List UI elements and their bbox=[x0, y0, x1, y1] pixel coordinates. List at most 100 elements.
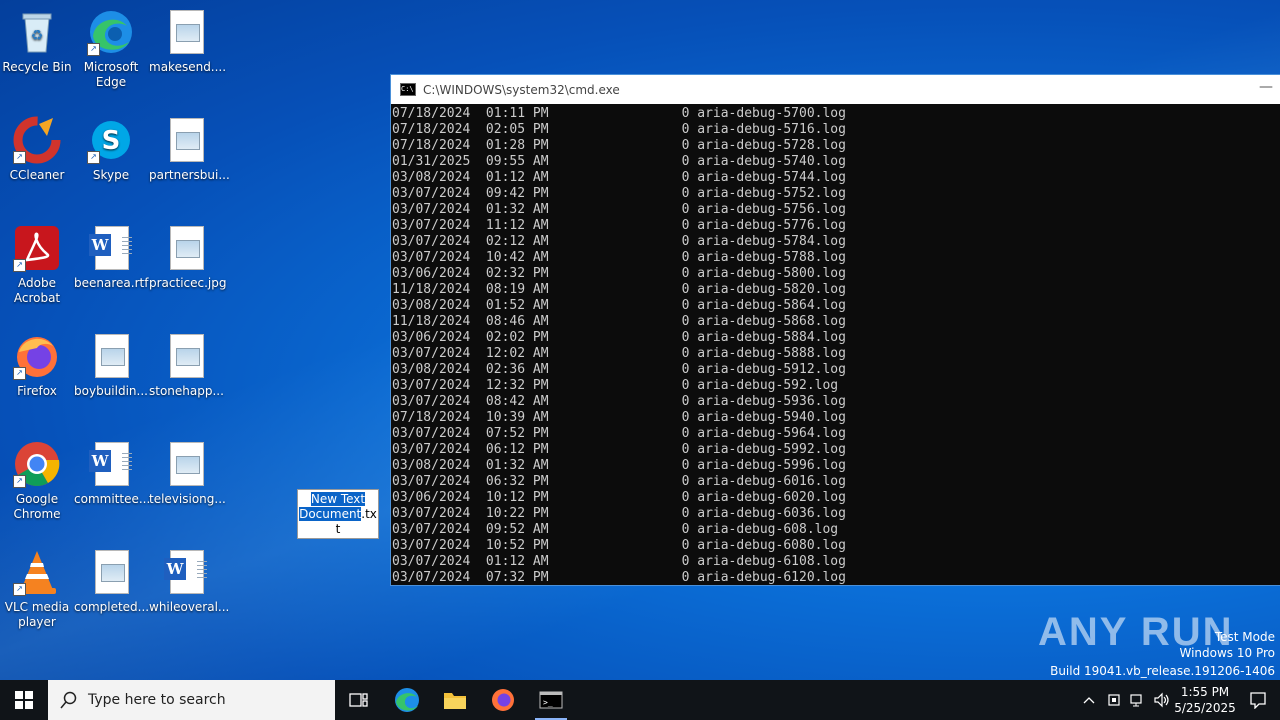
desktop-icon-whileoveral[interactable]: W whileoveral... bbox=[149, 548, 230, 615]
icon-label: committee... bbox=[74, 492, 151, 506]
cmd-output-line: 03/07/2024 07:32 PM 0 aria-debug-6120.lo… bbox=[392, 570, 846, 584]
taskbar-cmd[interactable]: >_ bbox=[527, 680, 575, 720]
word-document-icon: W bbox=[162, 548, 210, 596]
cmd-icon: C:\ bbox=[400, 83, 416, 96]
folder-icon bbox=[444, 693, 466, 709]
desktop-icon-adobe-acrobat[interactable]: ↗ Adobe Acrobat bbox=[0, 224, 74, 306]
icon-label: VLC media player bbox=[4, 600, 70, 629]
desktop-icon-makesend[interactable]: makesend.... bbox=[149, 8, 227, 75]
chevron-up-icon bbox=[1083, 697, 1095, 704]
rename-extension-line2: t bbox=[335, 522, 341, 536]
shortcut-arrow-icon: ↗ bbox=[13, 151, 26, 164]
cmd-output-line: 03/07/2024 10:42 AM 0 aria-debug-5788.lo… bbox=[392, 250, 846, 265]
desktop-icon-ccleaner[interactable]: ↗ CCleaner bbox=[0, 116, 74, 183]
taskbar-clock[interactable]: 1:55 PM 5/25/2025 bbox=[1174, 684, 1236, 716]
build-label: Build 19041.vb_release.191206-1406 bbox=[1050, 664, 1275, 678]
shortcut-arrow-icon: ↗ bbox=[13, 583, 26, 596]
cmd-output[interactable]: 07/18/2024 01:11 PM 0 aria-debug-5700.lo… bbox=[391, 104, 1280, 584]
icon-label: boybuildin... bbox=[74, 384, 148, 398]
clock-time: 1:55 PM bbox=[1180, 685, 1230, 699]
minimize-button[interactable]: — bbox=[1233, 79, 1273, 99]
rename-extension-text: .tx bbox=[361, 507, 377, 521]
cmd-output-line: 03/06/2024 02:32 PM 0 aria-debug-5800.lo… bbox=[392, 266, 846, 281]
image-file-icon bbox=[162, 332, 210, 380]
rename-selected-text: New Text Document bbox=[299, 492, 366, 521]
icon-label: practicec.jpg bbox=[149, 276, 227, 290]
desktop-icon-televisiong[interactable]: televisiong... bbox=[149, 440, 226, 507]
icon-label: stonehapp... bbox=[149, 384, 224, 398]
search-placeholder: Type here to search bbox=[88, 692, 226, 708]
notification-icon bbox=[1250, 692, 1266, 709]
desktop-icon-google-chrome[interactable]: ↗ Google Chrome bbox=[0, 440, 74, 522]
shortcut-arrow-icon: ↗ bbox=[87, 151, 100, 164]
image-file-icon bbox=[162, 8, 210, 56]
image-file-icon bbox=[87, 332, 135, 380]
desktop-icon-firefox[interactable]: ↗ Firefox bbox=[0, 332, 74, 399]
taskbar-search-box[interactable]: Type here to search bbox=[48, 680, 335, 720]
cmd-output-line: 03/08/2024 02:36 AM 0 aria-debug-5912.lo… bbox=[392, 362, 846, 377]
windows-edition-label: Windows 10 Pro bbox=[1179, 646, 1275, 660]
cmd-icon: >_ bbox=[539, 691, 563, 709]
image-file-icon bbox=[162, 116, 210, 164]
cmd-output-line: 03/07/2024 02:12 AM 0 aria-debug-5784.lo… bbox=[392, 234, 846, 249]
icon-label: beenarea.rtf bbox=[74, 276, 149, 290]
icon-label: makesend.... bbox=[149, 60, 227, 74]
icon-label: Google Chrome bbox=[13, 492, 61, 521]
device-icon bbox=[1108, 694, 1120, 706]
task-view-icon bbox=[349, 693, 368, 707]
icon-label: Recycle Bin bbox=[2, 60, 72, 74]
cmd-output-line: 03/07/2024 01:32 AM 0 aria-debug-5756.lo… bbox=[392, 202, 846, 217]
desktop-icon-partnersbui[interactable]: partnersbui... bbox=[149, 116, 230, 183]
cmd-output-line: 11/18/2024 08:19 AM 0 aria-debug-5820.lo… bbox=[392, 282, 846, 297]
image-file-icon bbox=[87, 548, 135, 596]
icon-label: whileoveral... bbox=[149, 600, 230, 614]
cmd-output-line: 03/07/2024 07:52 PM 0 aria-debug-5964.lo… bbox=[392, 426, 846, 441]
desktop-icon-beenarea-rtf[interactable]: W beenarea.rtf bbox=[74, 224, 148, 291]
desktop-icon-committee[interactable]: W committee... bbox=[74, 440, 151, 507]
cmd-titlebar[interactable]: C:\ C:\WINDOWS\system32\cmd.exe — bbox=[391, 75, 1280, 104]
volume-button[interactable] bbox=[1150, 680, 1174, 720]
desktop-icon-practicec-jpg[interactable]: practicec.jpg bbox=[149, 224, 227, 291]
file-rename-input[interactable]: New Text Document.tx t bbox=[297, 489, 379, 539]
start-button[interactable] bbox=[0, 680, 48, 720]
cmd-output-line: 01/31/2025 09:55 AM 0 aria-debug-5740.lo… bbox=[392, 154, 846, 169]
shortcut-arrow-icon: ↗ bbox=[13, 259, 26, 272]
network-button[interactable] bbox=[1126, 680, 1150, 720]
edge-icon bbox=[395, 688, 419, 712]
cmd-output-line: 03/06/2024 10:12 PM 0 aria-debug-6020.lo… bbox=[392, 490, 846, 505]
recycle-bin-icon: ♻ bbox=[13, 8, 61, 56]
desktop-icon-microsoft-edge[interactable]: ↗ Microsoft Edge bbox=[74, 8, 148, 90]
desktop-icon-skype[interactable]: S ↗ Skype bbox=[74, 116, 148, 183]
ccleaner-icon: ↗ bbox=[13, 116, 61, 164]
taskbar-edge[interactable] bbox=[383, 680, 431, 720]
taskbar-firefox[interactable] bbox=[479, 680, 527, 720]
svg-text:S: S bbox=[102, 126, 121, 156]
desktop-icon-boybuildin[interactable]: boybuildin... bbox=[74, 332, 148, 399]
cmd-output-line: 03/06/2024 02:02 PM 0 aria-debug-5884.lo… bbox=[392, 330, 846, 345]
icon-label: televisiong... bbox=[149, 492, 226, 506]
action-center-button[interactable] bbox=[1236, 680, 1280, 720]
show-hidden-icons-button[interactable] bbox=[1076, 680, 1102, 720]
desktop-icon-vlc[interactable]: ↗ VLC media player bbox=[0, 548, 74, 630]
taskbar-file-explorer[interactable] bbox=[431, 680, 479, 720]
cmd-output-line: 03/07/2024 09:42 PM 0 aria-debug-5752.lo… bbox=[392, 186, 846, 201]
desktop-icon-recycle-bin[interactable]: ♻ Recycle Bin bbox=[0, 8, 74, 75]
task-view-button[interactable] bbox=[335, 680, 383, 720]
cmd-output-line: 03/08/2024 01:52 AM 0 aria-debug-5864.lo… bbox=[392, 298, 846, 313]
tray-app-button[interactable] bbox=[1102, 680, 1126, 720]
skype-icon: S ↗ bbox=[87, 116, 135, 164]
vlc-icon: ↗ bbox=[13, 548, 61, 596]
word-document-icon: W bbox=[87, 224, 135, 272]
cmd-output-line: 03/07/2024 09:52 AM 0 aria-debug-608.log bbox=[392, 522, 839, 537]
cmd-output-line: 07/18/2024 01:28 PM 0 aria-debug-5728.lo… bbox=[392, 138, 846, 153]
cmd-output-line: 03/07/2024 12:32 PM 0 aria-debug-592.log bbox=[392, 378, 839, 393]
clock-date: 5/25/2025 bbox=[1174, 701, 1236, 715]
desktop-icon-completed[interactable]: completed... bbox=[74, 548, 150, 615]
desktop-icon-stonehapp[interactable]: stonehapp... bbox=[149, 332, 224, 399]
cmd-window[interactable]: C:\ C:\WINDOWS\system32\cmd.exe — 07/18/… bbox=[390, 74, 1280, 586]
image-file-icon bbox=[162, 224, 210, 272]
cmd-output-line: 07/18/2024 01:11 PM 0 aria-debug-5700.lo… bbox=[392, 106, 846, 121]
icon-label: Firefox bbox=[17, 384, 57, 398]
cmd-window-title: C:\WINDOWS\system32\cmd.exe bbox=[423, 82, 620, 97]
icon-label: completed... bbox=[74, 600, 150, 614]
